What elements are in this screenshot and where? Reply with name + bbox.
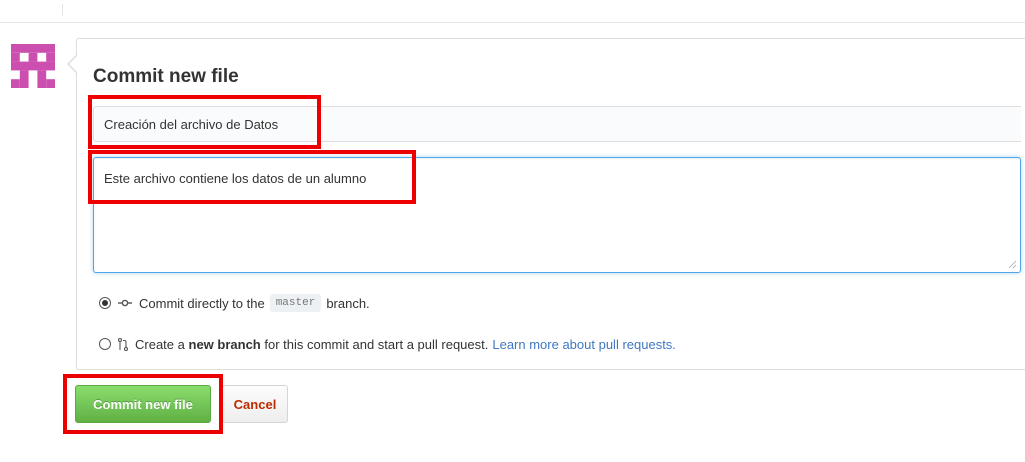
new-branch-prefix: Create a xyxy=(135,336,185,352)
commit-new-file-button[interactable]: Commit new file xyxy=(75,385,211,423)
new-branch-suffix: for this commit and start a pull request… xyxy=(264,336,489,352)
commit-summary-input[interactable] xyxy=(93,106,1021,142)
cancel-button[interactable]: Cancel xyxy=(222,385,288,423)
commit-direct-suffix: branch. xyxy=(326,295,370,311)
new-branch-bold: new branch xyxy=(188,336,261,352)
top-strip xyxy=(0,0,1025,23)
identicon-avatar[interactable] xyxy=(11,44,55,88)
branch-name-badge: master xyxy=(269,294,322,312)
new-branch-option[interactable]: Create a new branch for this commit and … xyxy=(99,334,676,354)
git-commit-icon xyxy=(118,299,132,307)
panel-pointer-inner xyxy=(69,56,77,72)
commit-direct-radio[interactable] xyxy=(99,297,111,309)
learn-more-link[interactable]: Learn more about pull requests. xyxy=(492,337,676,352)
resize-handle[interactable] xyxy=(1008,260,1017,269)
commit-direct-option[interactable]: Commit directly to the master branch. xyxy=(99,293,370,313)
new-branch-radio[interactable] xyxy=(99,338,111,350)
git-pull-request-icon xyxy=(118,337,128,351)
commit-direct-prefix: Commit directly to the xyxy=(139,295,265,311)
commit-title: Commit new file xyxy=(93,66,239,87)
commit-description-input[interactable]: Este archivo contiene los datos de un al… xyxy=(93,157,1021,273)
top-divider xyxy=(62,4,63,16)
